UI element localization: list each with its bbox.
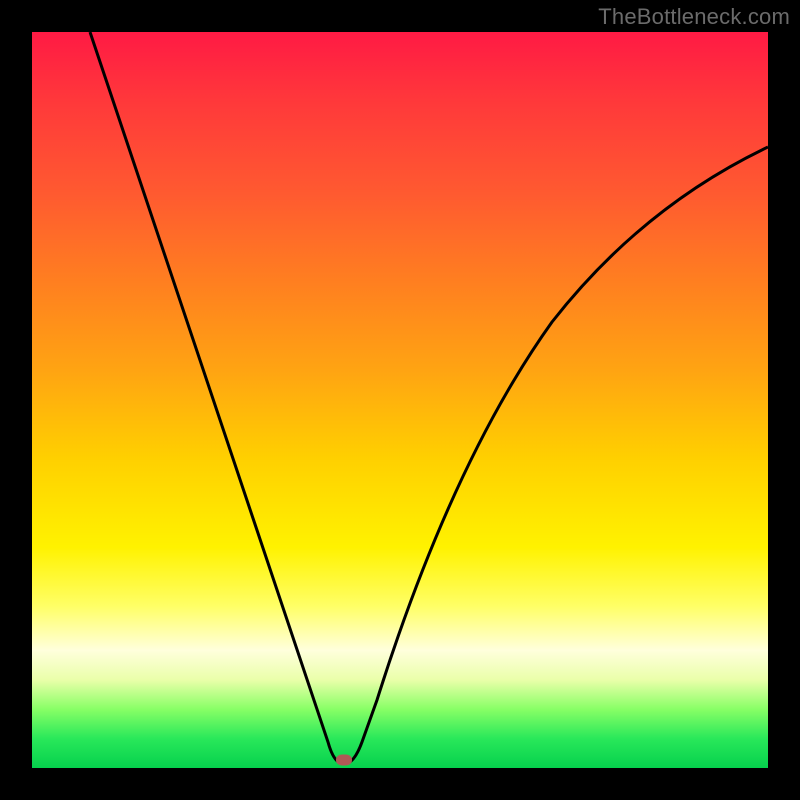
bottleneck-curve [32, 32, 768, 768]
plot-area [32, 32, 768, 768]
optimum-marker [336, 755, 352, 766]
watermark-text: TheBottleneck.com [598, 4, 790, 30]
curve-path [90, 32, 768, 764]
chart-frame: TheBottleneck.com [0, 0, 800, 800]
